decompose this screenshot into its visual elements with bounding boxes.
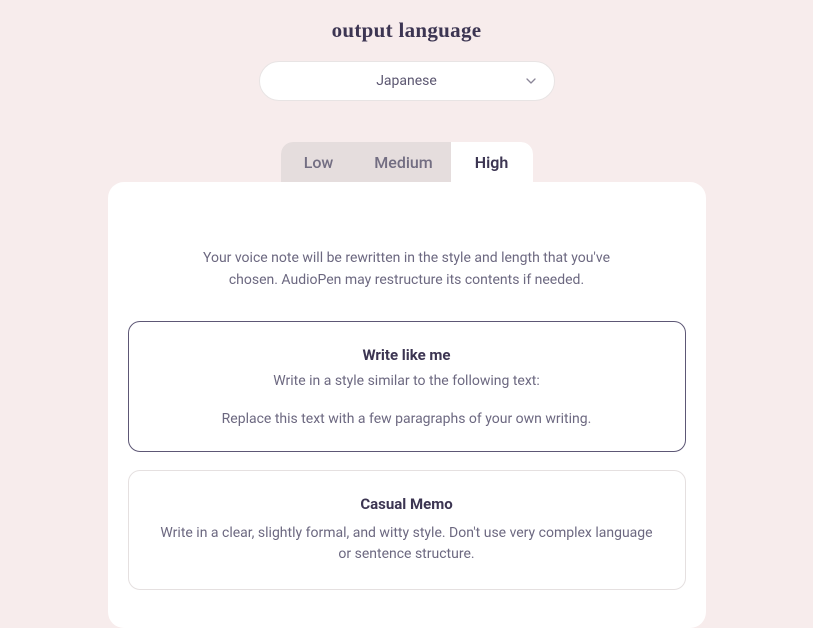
tab-high[interactable]: High bbox=[451, 142, 533, 182]
style-card-title: Casual Memo bbox=[157, 495, 657, 513]
tab-low[interactable]: Low bbox=[281, 142, 357, 182]
rewriting-description: Your voice note will be rewritten in the… bbox=[108, 248, 706, 291]
style-card-body: Write in a clear, slightly formal, and w… bbox=[157, 523, 657, 565]
tab-medium[interactable]: Medium bbox=[357, 142, 451, 182]
style-card-write-like-me[interactable]: Write like me Write in a style similar t… bbox=[128, 321, 686, 452]
style-card-body: Replace this text with a few paragraphs … bbox=[157, 411, 657, 427]
style-card-casual-memo[interactable]: Casual Memo Write in a clear, slightly f… bbox=[128, 470, 686, 590]
language-select-value: Japanese bbox=[376, 73, 437, 89]
language-select[interactable]: Japanese bbox=[259, 61, 555, 101]
style-card-subtitle: Write in a style similar to the followin… bbox=[157, 373, 657, 389]
rewriting-level-tabs: Low Medium High bbox=[281, 142, 533, 182]
style-card-title: Write like me bbox=[157, 346, 657, 364]
output-language-title: output language bbox=[332, 18, 482, 43]
rewriting-card: Low Medium High Your voice note will be … bbox=[108, 182, 706, 628]
chevron-down-icon bbox=[526, 78, 536, 84]
